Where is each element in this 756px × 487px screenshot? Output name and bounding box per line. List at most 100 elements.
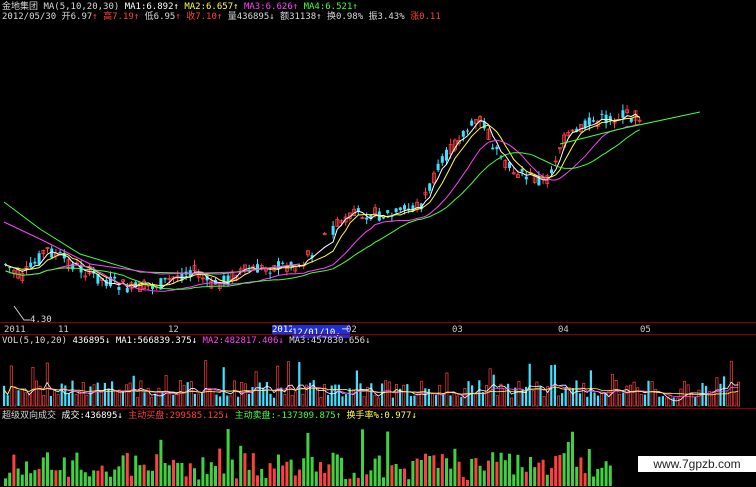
volume-bar xyxy=(507,383,510,406)
ma1-line xyxy=(5,113,641,289)
volume-bar xyxy=(424,388,427,406)
volume-bar xyxy=(337,384,340,406)
volume-bar xyxy=(114,390,118,407)
volume-bar xyxy=(435,394,438,406)
flow-bar xyxy=(277,454,280,486)
volume-bar xyxy=(679,388,683,407)
flow-bar xyxy=(113,469,117,486)
candle-body xyxy=(33,261,37,264)
volume-bar xyxy=(294,391,298,407)
volume-bar xyxy=(485,385,488,407)
volume-bar xyxy=(456,395,460,407)
flow-bar xyxy=(596,469,600,486)
volume-bar xyxy=(639,394,643,407)
flow-bar xyxy=(348,478,352,486)
volume-bar xyxy=(103,382,106,406)
candle-body xyxy=(520,169,524,172)
flow-bar xyxy=(54,470,58,486)
volume-bar xyxy=(586,396,589,406)
volume-bar xyxy=(60,383,63,406)
low-price-label: 4.30 xyxy=(30,315,52,325)
flow-bar xyxy=(37,468,41,486)
flow-chart[interactable] xyxy=(0,420,756,487)
volume-bar xyxy=(327,394,330,406)
flow-bar xyxy=(88,476,91,486)
volume-bar xyxy=(579,393,582,406)
volume-bar xyxy=(128,382,132,407)
volume-bar xyxy=(597,395,600,406)
flow-divider xyxy=(0,408,756,409)
price-header-row1: 金地集团 MA(5,10,20,30) MA1:6.892↑ MA2:6.657… xyxy=(2,2,358,12)
flow-bar xyxy=(453,448,457,486)
flow-bar xyxy=(407,479,411,486)
volume-bar xyxy=(675,397,679,407)
flow-bar xyxy=(79,469,83,486)
ma3-line xyxy=(3,221,301,275)
volume-ma3: MA3:457830.656 xyxy=(289,336,366,346)
volume-bar xyxy=(575,380,578,406)
flow-bar xyxy=(344,479,348,486)
candle-body xyxy=(398,207,402,211)
volume-bar xyxy=(452,392,456,407)
flow-bar xyxy=(96,470,100,486)
candle-body xyxy=(117,287,121,290)
volume-bar xyxy=(381,383,384,406)
volume-bar xyxy=(233,380,236,407)
flow-bar xyxy=(293,475,297,486)
volume-bar xyxy=(24,392,28,407)
volume-value: 量436895 xyxy=(227,12,270,22)
flow-bar xyxy=(146,470,150,486)
volume-bar xyxy=(258,382,261,406)
volume-bar xyxy=(711,391,715,407)
flow-bar xyxy=(398,468,402,486)
flow-bar xyxy=(260,468,264,486)
xaxis-divider xyxy=(0,322,756,323)
flow-bar xyxy=(75,452,79,486)
volume-chart[interactable] xyxy=(0,346,756,408)
quote-date: 2012/05/30 xyxy=(2,12,57,22)
flow-bar xyxy=(239,445,243,486)
volume-bar xyxy=(273,397,276,406)
flow-bar xyxy=(386,431,390,486)
volume-bar xyxy=(31,367,35,407)
close-price: 收7.10 xyxy=(186,12,217,22)
flow-bar xyxy=(130,475,133,486)
volume-bar xyxy=(535,381,539,407)
flow-bar xyxy=(109,476,112,486)
candle-body xyxy=(331,225,335,235)
flow-bar xyxy=(571,431,574,486)
volume-bar xyxy=(514,387,517,406)
flow-bar xyxy=(365,474,369,486)
flow-bar xyxy=(155,454,159,486)
high-price: 高7.19 xyxy=(103,12,134,22)
low-marker-line xyxy=(13,305,30,321)
volume-bar xyxy=(204,360,208,407)
low-price: 低6.95 xyxy=(144,12,176,22)
volume-bar xyxy=(495,395,499,407)
ma2-value: MA2:6.657 xyxy=(184,2,234,12)
volume-bar xyxy=(20,388,24,407)
candle-body xyxy=(587,117,591,125)
candle-body xyxy=(461,131,465,137)
flow-bar xyxy=(125,453,129,486)
flow-bar xyxy=(575,466,579,486)
volume-bar xyxy=(460,396,463,406)
volume-bar xyxy=(182,384,186,407)
change-value: 涨0.11 xyxy=(410,12,441,22)
volume-bar xyxy=(618,393,622,407)
candlestick-chart[interactable] xyxy=(0,24,756,322)
flow-bar xyxy=(71,460,75,486)
candle-body xyxy=(268,272,272,274)
volume-bar xyxy=(643,394,646,406)
volume-bar xyxy=(625,385,629,407)
volume-bar xyxy=(298,362,301,406)
volume-bar xyxy=(561,393,564,406)
flow-bar xyxy=(440,454,444,486)
volume-bar xyxy=(226,395,229,406)
flow-bar xyxy=(394,463,398,486)
flow-bar xyxy=(382,477,385,486)
candle-body xyxy=(428,183,432,191)
ma4-value: MA4:6.521 xyxy=(303,2,353,12)
volume-bar xyxy=(391,397,394,406)
volume-bar xyxy=(499,383,503,407)
